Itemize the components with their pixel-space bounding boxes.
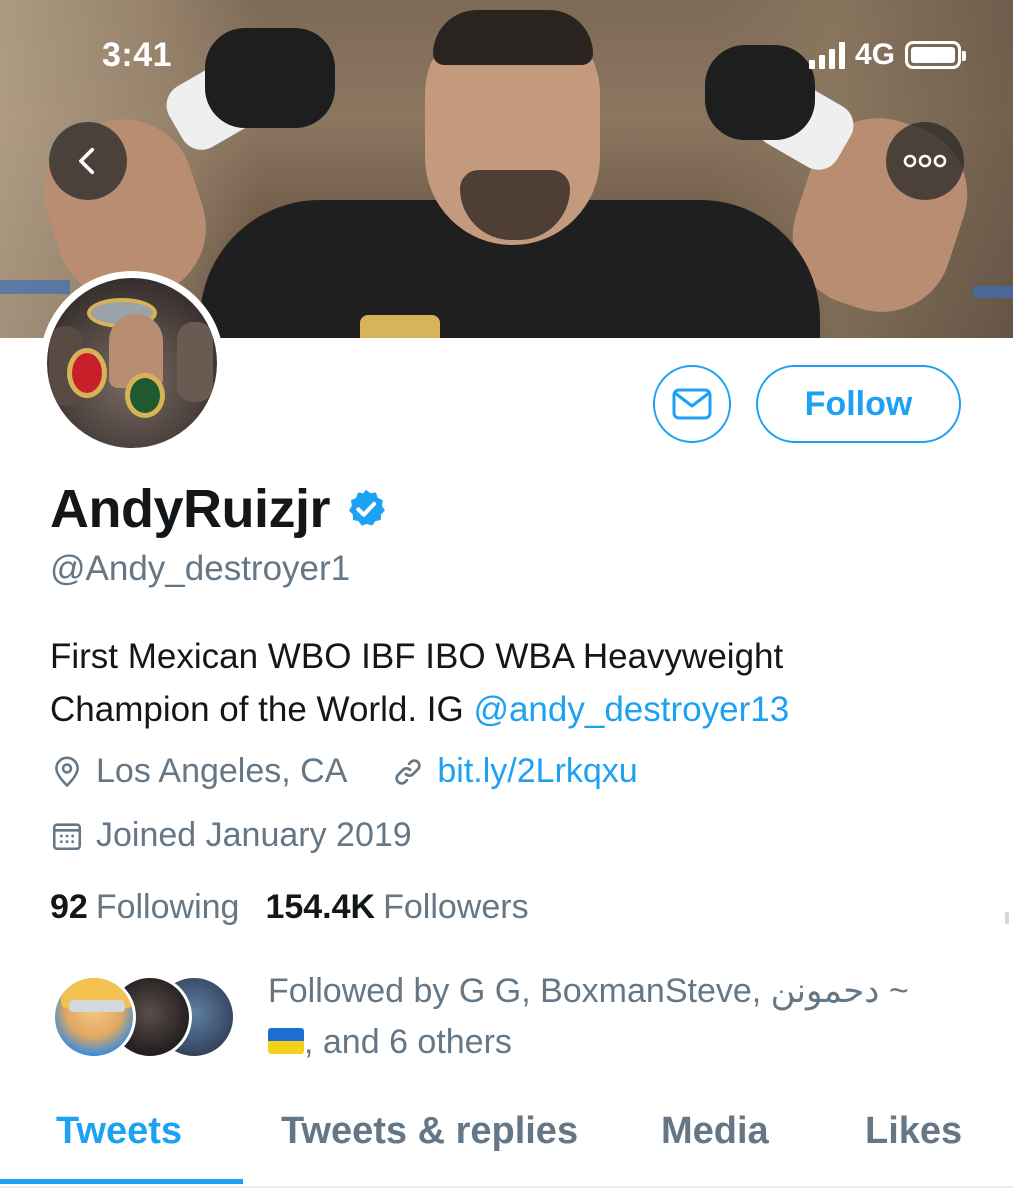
location-pin-icon — [55, 756, 79, 787]
signal-icon — [808, 41, 845, 69]
followed-by-text[interactable]: Followed by G G, BoxmanSteve, دحمونن ~ ,… — [268, 966, 958, 1068]
more-options-button[interactable] — [886, 122, 964, 200]
followers-label: Followers — [383, 888, 529, 926]
banner-rope — [0, 280, 70, 294]
display-name: AndyRuizjr — [50, 479, 331, 539]
profile-tabs: Tweets Tweets & replies Media Likes — [0, 1096, 1013, 1188]
calendar-icon — [52, 822, 82, 850]
joined-row: Joined January 2019 — [50, 816, 412, 855]
website-link[interactable]: bit.ly/2Lrkqxu — [437, 752, 637, 791]
followed-by-prefix: Followed by G G, BoxmanSteve, دحمونن ~ — [268, 972, 909, 1010]
chevron-left-icon — [79, 147, 95, 175]
followers-stat[interactable]: 154.4K Followers — [265, 888, 528, 927]
following-count: 92 — [50, 888, 88, 926]
profile-stats: 92 Following 154.4K Followers — [50, 888, 529, 927]
profile-bio: First Mexican WBO IBF IBO WBA Heavyweigh… — [50, 630, 950, 736]
tab-likes[interactable]: Likes — [865, 1110, 962, 1153]
location-item: Los Angeles, CA — [50, 752, 347, 791]
mail-icon — [672, 388, 712, 420]
followed-by-suffix: , and 6 others — [304, 1023, 512, 1061]
network-label: 4G — [854, 38, 895, 71]
follow-button[interactable]: Follow — [756, 365, 961, 443]
followers-count: 154.4K — [265, 888, 376, 926]
banner-rope — [973, 286, 1013, 298]
bio-mention-link[interactable]: @andy_destroyer13 — [473, 690, 789, 729]
followed-by-avatars[interactable] — [52, 975, 242, 1059]
display-name-row: AndyRuizjr — [50, 478, 388, 540]
link-icon — [395, 758, 422, 785]
profile-meta-row: Los Angeles, CA bit.ly/2Lrkqxu — [50, 752, 638, 791]
avatar-image — [47, 278, 217, 448]
tab-tweets[interactable]: Tweets — [56, 1110, 182, 1153]
banner-hair — [433, 10, 593, 65]
joined-item: Joined January 2019 — [50, 816, 412, 855]
tab-tweets-replies[interactable]: Tweets & replies — [281, 1110, 578, 1153]
banner-belt — [360, 315, 440, 338]
following-stat[interactable]: 92 Following — [50, 888, 239, 927]
location-text: Los Angeles, CA — [96, 752, 348, 790]
battery-icon — [905, 41, 966, 69]
verified-badge-icon — [348, 489, 385, 526]
banner-fist — [705, 45, 815, 140]
active-tab-indicator — [0, 1179, 243, 1184]
more-horizontal-icon — [903, 154, 947, 168]
banner-fist — [205, 28, 335, 128]
tab-media[interactable]: Media — [661, 1110, 769, 1153]
profile-handle: @Andy_destroyer1 — [50, 549, 351, 588]
scroll-indicator — [1005, 912, 1009, 924]
status-indicators: 4G — [808, 38, 966, 72]
following-label: Following — [95, 888, 240, 926]
follower-avatar — [52, 975, 136, 1059]
message-button[interactable] — [653, 365, 731, 443]
back-button[interactable] — [49, 122, 127, 200]
status-time: 3:41 — [102, 36, 173, 74]
joined-text: Joined January 2019 — [96, 816, 412, 854]
profile-avatar[interactable] — [40, 271, 224, 455]
website-item[interactable]: bit.ly/2Lrkqxu — [391, 752, 638, 791]
ukraine-flag-icon — [268, 1028, 304, 1055]
